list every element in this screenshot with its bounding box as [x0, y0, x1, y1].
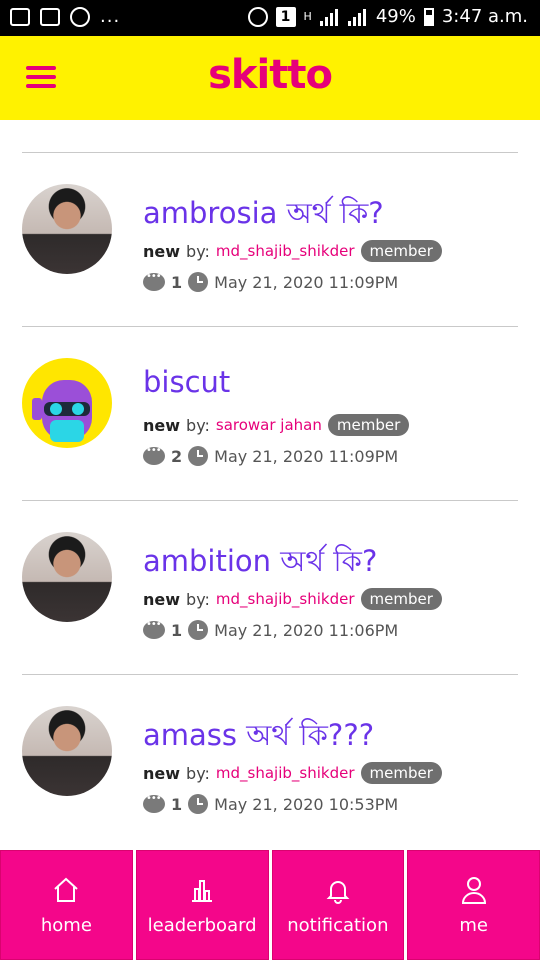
post-meta: new by: sarowar jahan member [143, 414, 410, 436]
comment-count: 1 [171, 794, 183, 814]
nav-leaderboard[interactable]: leaderboard [135, 850, 269, 960]
bottom-nav: home leaderboard notification me [0, 850, 540, 960]
post-status: new [143, 589, 181, 609]
role-badge: member [327, 414, 410, 436]
post-status: new [143, 763, 181, 783]
post-stats: 1 May 21, 2020 11:06PM [143, 619, 399, 640]
nav-notification-label: notification [287, 915, 389, 936]
role-badge: member [360, 588, 442, 610]
comment-icon [143, 271, 165, 291]
author-link[interactable]: sarowar jahan [216, 416, 322, 434]
avatar[interactable] [22, 358, 112, 448]
avatar[interactable] [22, 184, 112, 274]
post-feed[interactable]: ambrosia অর্থ কি? new by: md_shajib_shik… [0, 120, 540, 850]
app-logo: skitto [208, 52, 333, 98]
author-link[interactable]: md_shajib_shikder [216, 764, 355, 782]
battery-icon [423, 7, 434, 26]
clock-time: 3:47 a.m. [441, 6, 528, 27]
battery-percent: 49% [375, 6, 416, 27]
clock-icon [188, 272, 209, 292]
user-icon [461, 877, 486, 904]
post-item[interactable]: ambition অর্থ কি? new by: md_shajib_shik… [0, 501, 540, 675]
post-stats: 2 May 21, 2020 11:09PM [143, 445, 399, 466]
home-icon [54, 877, 79, 902]
clock-icon [188, 446, 209, 466]
post-meta: new by: md_shajib_shikder member [143, 240, 442, 262]
robot-avatar-icon [32, 380, 92, 442]
author-link[interactable]: md_shajib_shikder [216, 590, 355, 608]
comment-icon [143, 793, 165, 813]
by-label: by: [186, 415, 210, 435]
post-title[interactable]: ambrosia অর্থ কি? [143, 191, 384, 240]
bell-icon [326, 881, 350, 904]
signal-icon [319, 8, 340, 26]
nav-me-label: me [459, 915, 488, 936]
post-title[interactable]: biscut [143, 365, 230, 399]
leaderboard-icon [192, 880, 213, 902]
post-stats: 1 May 21, 2020 11:09PM [143, 271, 399, 292]
comment-count: 1 [171, 620, 183, 640]
role-badge: member [360, 762, 442, 784]
nav-notification[interactable]: notification [271, 850, 405, 960]
post-item[interactable]: amass অর্থ কি??? new by: md_shajib_shikd… [0, 675, 540, 849]
nav-leaderboard-label: leaderboard [147, 915, 257, 936]
camera-icon [40, 7, 60, 26]
by-label: by: [186, 241, 210, 261]
sim-badge: 1 [275, 6, 296, 27]
signal-icon-2 [347, 8, 368, 26]
alarm-icon [247, 6, 268, 27]
post-item[interactable]: biscut new by: sarowar jahan member 2 Ma… [0, 327, 540, 501]
more-notifications-indicator: ... [100, 6, 121, 27]
role-badge: member [360, 240, 442, 262]
nav-home-label: home [40, 915, 92, 936]
messenger-icon [70, 6, 90, 27]
post-status: new [143, 415, 181, 435]
comment-count: 2 [171, 446, 183, 466]
post-status: new [143, 241, 181, 261]
post-meta: new by: md_shajib_shikder member [143, 762, 442, 784]
by-label: by: [186, 589, 210, 609]
clock-icon [188, 794, 209, 814]
app-header: skitto [0, 36, 540, 120]
post-date: May 21, 2020 11:09PM [214, 446, 399, 466]
comment-count: 1 [171, 272, 183, 292]
post-title[interactable]: ambition অর্থ কি? [143, 539, 377, 588]
gallery-icon [10, 7, 30, 26]
post-date: May 21, 2020 11:09PM [214, 272, 399, 292]
post-stats: 1 May 21, 2020 10:53PM [143, 793, 399, 814]
nav-me[interactable]: me [407, 850, 540, 960]
clock-icon [188, 620, 209, 640]
comment-icon [143, 445, 165, 465]
comment-icon [143, 619, 165, 639]
author-link[interactable]: md_shajib_shikder [216, 242, 355, 260]
avatar[interactable] [22, 532, 112, 622]
avatar[interactable] [22, 706, 112, 796]
post-date: May 21, 2020 10:53PM [214, 794, 399, 814]
nav-home[interactable]: home [0, 850, 133, 960]
post-title[interactable]: amass অর্থ কি??? [143, 713, 374, 762]
network-type: H [303, 9, 312, 23]
by-label: by: [186, 763, 210, 783]
post-item[interactable]: ambrosia অর্থ কি? new by: md_shajib_shik… [0, 153, 540, 327]
status-bar: ... 1 H 49% 3:47 a.m. [0, 0, 540, 36]
post-date: May 21, 2020 11:06PM [214, 620, 399, 640]
post-meta: new by: md_shajib_shikder member [143, 588, 442, 610]
